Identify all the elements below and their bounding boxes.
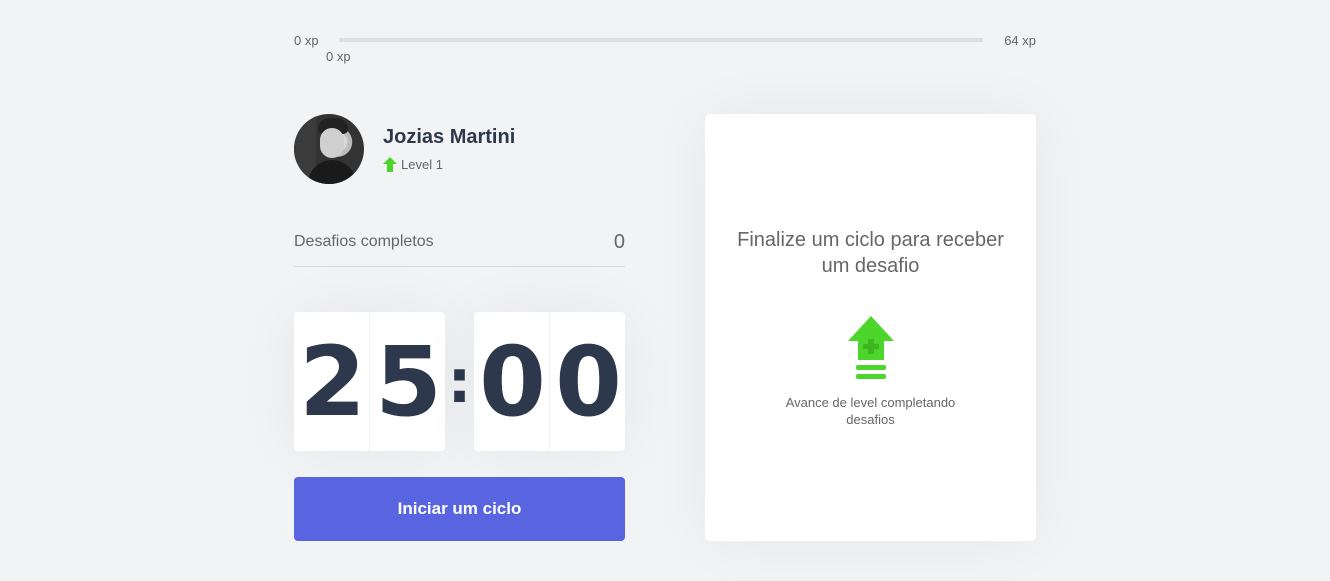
xp-current-label: 0 xp	[326, 49, 351, 64]
completed-challenges: Desafios completos 0	[294, 222, 625, 267]
second-digit-right: 0	[549, 312, 625, 451]
second-digit-left: 0	[479, 325, 546, 438]
experience-bar: 0 xp 0 xp 64 xp	[294, 30, 1036, 70]
challenge-box-hint: Avance de level completando desafios	[785, 395, 956, 427]
countdown-seconds: 0 0	[474, 312, 625, 451]
xp-track	[339, 38, 983, 42]
countdown-minutes: 2 5	[294, 312, 445, 451]
app-frame: 0 xp 0 xp 64 xp Jozias Martini Level 1 D…	[0, 0, 1330, 581]
countdown-separator: :	[447, 346, 472, 417]
level-up-icon	[848, 316, 894, 379]
countdown: 2 5 : 0 0	[294, 312, 625, 451]
completed-challenges-label: Desafios completos	[294, 233, 434, 250]
minute-digit-right: 5	[369, 312, 445, 451]
challenge-box-title: Finalize um ciclo para receber um desafi…	[737, 229, 1004, 277]
xp-min-label: 0 xp	[294, 33, 319, 48]
challenge-box: Finalize um ciclo para receber um desafi…	[705, 114, 1036, 541]
level-indicator: Level 1	[383, 157, 443, 172]
user-name: Jozias Martini	[383, 126, 516, 148]
level-label: Level 1	[401, 157, 443, 172]
minute-digit-left: 2	[299, 325, 366, 438]
completed-challenges-count: 0	[613, 231, 625, 253]
profile: Jozias Martini Level 1	[294, 114, 625, 186]
xp-max-label: 64 xp	[1004, 33, 1036, 48]
start-cycle-button[interactable]: Iniciar um ciclo	[294, 477, 625, 541]
level-up-arrow-icon	[383, 157, 397, 172]
avatar	[294, 114, 364, 184]
